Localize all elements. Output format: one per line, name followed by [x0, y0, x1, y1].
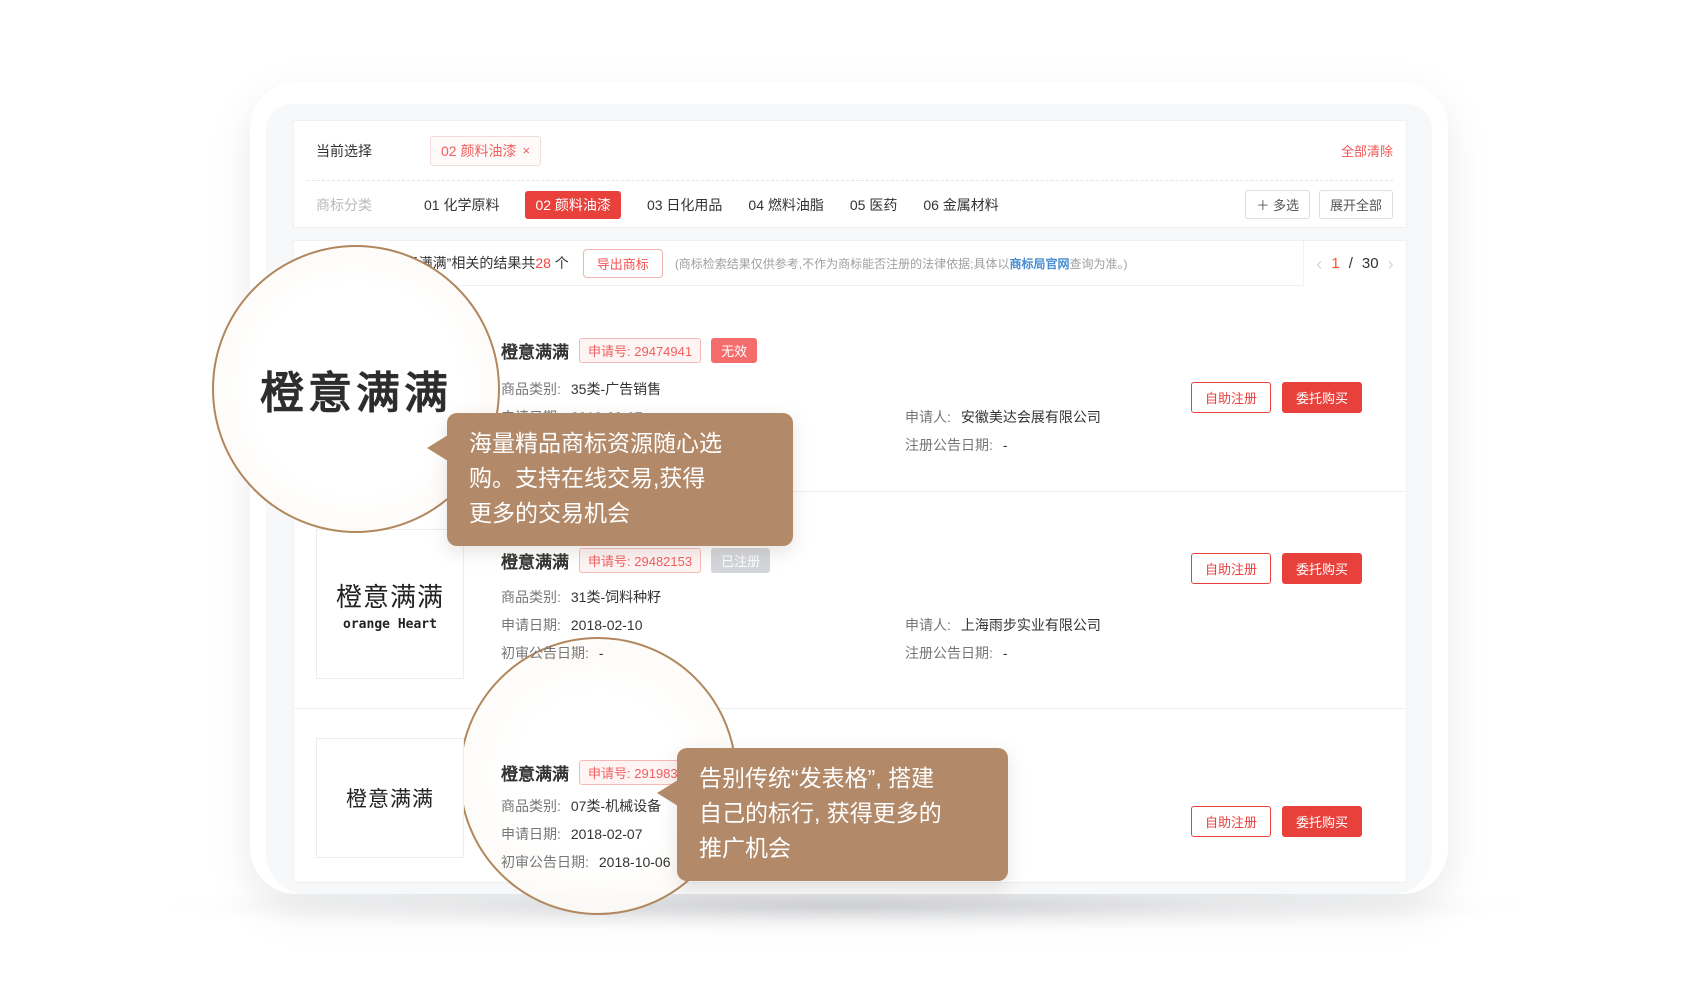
- page-separator: /: [1349, 255, 1353, 272]
- entrust-purchase-button[interactable]: 委托购买: [1282, 553, 1362, 584]
- status-badge: 已注册: [711, 548, 770, 573]
- trademark-image-text: 橙意满满: [346, 783, 434, 813]
- trademark-title-line: 橙意满满 申请号: 29482153 已注册: [501, 548, 770, 573]
- field-value: 上海雨步实业有限公司: [961, 617, 1101, 633]
- disclaimer-text: (商标检索结果仅供参考,不作为商标能否注册的法律依据;具体以: [675, 257, 1010, 271]
- application-number-label: 申请号:: [588, 766, 631, 781]
- field-value: 2018-02-10: [571, 617, 643, 633]
- field-applicant: 申请人: 上海雨步实业有限公司: [905, 615, 1101, 635]
- application-number-value: 29474941: [634, 344, 692, 359]
- field-value: 2018-02-07: [571, 826, 643, 842]
- disclaimer-suffix: 查询为准。): [1070, 257, 1128, 271]
- current-page: 1: [1331, 255, 1339, 272]
- application-number-label: 申请号:: [588, 344, 631, 359]
- trademark-title-line: 橙意满满 申请号: 29474941 无效: [501, 338, 757, 363]
- field-first-notice: 初审公告日期:- 注册公告日期:-: [501, 643, 604, 663]
- field-label: 注册公告日期:: [905, 437, 993, 453]
- field-value: 31类-饲料种籽: [571, 589, 661, 605]
- filter-box: 当前选择 02 颜料油漆 × 全部清除 商标分类 01 化学原料 02 颜料油漆…: [293, 120, 1407, 228]
- category-list: 01 化学原料 02 颜料油漆 03 日化用品 04 燃料油脂 05 医药 06…: [424, 191, 999, 219]
- current-selection-label: 当前选择: [316, 141, 372, 161]
- field-label: 注册公告日期:: [905, 645, 993, 661]
- field-category: 商品类别: 07类-机械设备: [501, 796, 661, 816]
- row-actions: 自助注册 委托购买: [1191, 806, 1362, 837]
- remove-filter-icon[interactable]: ×: [522, 143, 530, 158]
- callout-arrow-icon: [657, 780, 678, 806]
- multi-select-button[interactable]: ＋ 多选: [1245, 190, 1310, 219]
- self-register-button[interactable]: 自助注册: [1191, 806, 1271, 837]
- field-label: 申请人:: [905, 409, 951, 425]
- field-applicant: 申请人: 安徽美达会展有限公司: [905, 407, 1101, 427]
- field-label: 商品类别:: [501, 798, 561, 814]
- trademark-image: 橙意满满: [316, 738, 464, 858]
- entrust-purchase-button[interactable]: 委托购买: [1282, 806, 1362, 837]
- field-category: 商品类别: 35类-广告销售: [501, 379, 661, 399]
- field-reg-notice: 注册公告日期:-: [905, 643, 1008, 663]
- trademark-image-text: 橙意满满: [336, 577, 444, 614]
- field-value: 2018-10-06: [599, 854, 671, 870]
- category-item-06[interactable]: 06 金属材料: [923, 195, 998, 215]
- field-label: 初审公告日期:: [501, 854, 589, 870]
- trademark-name[interactable]: 橙意满满: [501, 548, 569, 573]
- application-number-value: 29482153: [634, 554, 692, 569]
- prev-page-icon[interactable]: ‹: [1316, 255, 1322, 273]
- self-register-button[interactable]: 自助注册: [1191, 553, 1271, 584]
- callout-promotion: 告别传统“发表格”, 搭建 自己的标行, 获得更多的 推广机会: [677, 748, 1008, 881]
- row-actions: 自助注册 委托购买: [1191, 553, 1362, 584]
- field-category: 商品类别: 31类-饲料种籽: [501, 587, 661, 607]
- self-register-button[interactable]: 自助注册: [1191, 382, 1271, 413]
- category-row: 商标分类 01 化学原料 02 颜料油漆 03 日化用品 04 燃料油脂 05 …: [294, 181, 1406, 228]
- results-count: 28: [535, 255, 551, 271]
- category-label: 商标分类: [316, 195, 372, 215]
- category-item-05[interactable]: 05 医药: [850, 195, 897, 215]
- application-number-tag: 申请号: 29474941: [579, 338, 701, 363]
- field-value: 35类-广告销售: [571, 381, 661, 397]
- expand-all-button[interactable]: 展开全部: [1319, 190, 1393, 219]
- field-value: -: [599, 645, 604, 661]
- current-selection-row: 当前选择 02 颜料油漆 × 全部清除: [294, 121, 1406, 180]
- selected-filter-tag[interactable]: 02 颜料油漆 ×: [430, 136, 541, 166]
- field-apply-date: 申请日期:2018-02-10 申请人:上海雨步实业有限公司: [501, 615, 643, 635]
- results-summary-suffix: 个: [551, 255, 569, 271]
- field-label: 申请人:: [905, 617, 951, 633]
- category-item-02-selected[interactable]: 02 颜料油漆: [525, 191, 620, 219]
- field-apply-date: 申请日期: 2018-02-07: [501, 824, 643, 844]
- field-label: 申请日期:: [501, 826, 561, 842]
- status-badge: 无效: [711, 338, 757, 363]
- category-item-04[interactable]: 04 燃料油脂: [748, 195, 823, 215]
- field-value: 安徽美达会展有限公司: [961, 409, 1101, 425]
- category-item-01[interactable]: 01 化学原料: [424, 195, 499, 215]
- application-number-label: 申请号:: [588, 554, 631, 569]
- field-value: -: [1003, 437, 1008, 453]
- magnified-trademark-text: 橙意满满: [260, 357, 452, 421]
- trademark-image-subtext: orange Heart: [343, 617, 437, 632]
- export-trademarks-button[interactable]: 导出商标: [583, 249, 663, 278]
- field-label: 申请日期:: [501, 617, 561, 633]
- row-actions: 自助注册 委托购买: [1191, 382, 1362, 413]
- application-number-tag: 申请号: 29482153: [579, 548, 701, 573]
- category-actions: ＋ 多选 展开全部: [1245, 190, 1393, 219]
- field-label: 商品类别:: [501, 381, 561, 397]
- field-reg-notice: 注册公告日期:-: [905, 435, 1008, 455]
- field-value: -: [1003, 645, 1008, 661]
- entrust-purchase-button[interactable]: 委托购买: [1282, 382, 1362, 413]
- trademark-image: 橙意满满 orange Heart: [316, 529, 464, 679]
- callout-arrow-icon: [427, 435, 448, 461]
- pagination: ‹ 1 / 30 ›: [1303, 241, 1406, 286]
- trademark-name[interactable]: 橙意满满: [501, 338, 569, 363]
- trademark-name[interactable]: 橙意满满: [501, 760, 569, 785]
- field-value: 07类-机械设备: [571, 798, 661, 814]
- category-item-03[interactable]: 03 日化用品: [647, 195, 722, 215]
- results-header: 为您检索到“橙意满满”相关的结果共28 个 导出商标 (商标检索结果仅供参考,不…: [294, 241, 1406, 286]
- callout-trade-resources: 海量精品商标资源随心选 购。支持在线交易,获得 更多的交易机会: [447, 413, 793, 546]
- field-first-notice: 初审公告日期: 2018-10-06: [501, 852, 671, 872]
- total-pages: 30: [1362, 255, 1379, 272]
- results-disclaimer: (商标检索结果仅供参考,不作为商标能否注册的法律依据;具体以商标局官网查询为准。…: [675, 255, 1128, 272]
- field-label: 商品类别:: [501, 589, 561, 605]
- next-page-icon[interactable]: ›: [1388, 255, 1394, 273]
- field-label: 初审公告日期:: [501, 645, 589, 661]
- selected-filter-tag-label: 02 颜料油漆: [441, 141, 516, 161]
- clear-all-button[interactable]: 全部清除: [1341, 141, 1393, 160]
- trademark-office-link[interactable]: 商标局官网: [1009, 257, 1069, 271]
